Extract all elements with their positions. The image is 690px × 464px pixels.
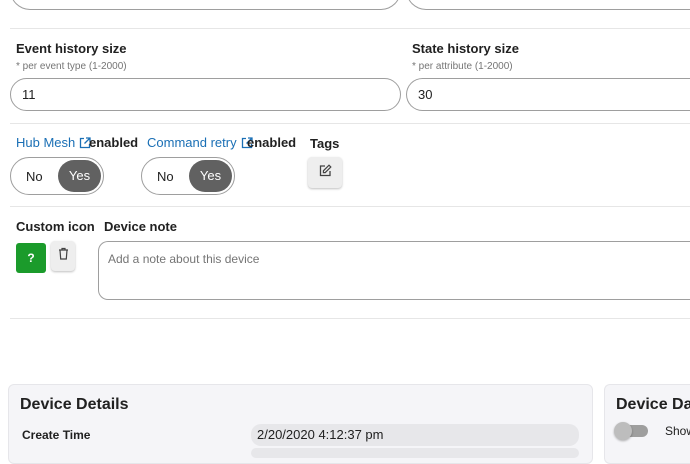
state-history-hint: * per attribute (1-2000) [412,61,513,72]
command-retry-toggle[interactable]: No Yes [141,157,235,195]
device-note-label: Device note [104,219,177,234]
tags-label: Tags [310,136,340,151]
divider [10,123,690,124]
show-switch-label: Show [665,424,690,438]
custom-icon-button[interactable]: ? [16,243,46,273]
event-history-input[interactable]: 11 [10,78,401,111]
create-time-value: 2/20/2020 4:12:37 pm [251,424,579,446]
hub-mesh-link[interactable]: Hub Mesh [16,135,91,150]
hub-mesh-link-text[interactable]: Hub Mesh [16,135,75,150]
hub-mesh-toggle[interactable]: No Yes [10,157,104,195]
command-retry-no-option[interactable]: No [157,169,174,184]
device-note-input[interactable] [98,241,690,300]
custom-icon-label: Custom icon [16,219,95,234]
next-detail-value [251,448,579,458]
previous-field-right[interactable] [406,0,690,10]
state-history-input[interactable]: 30 [406,78,690,111]
device-details-title: Device Details [20,396,129,413]
divider [10,28,690,29]
create-time-label: Create Time [22,428,91,442]
divider [10,206,690,207]
device-data-title: Device Data [616,396,690,413]
hub-mesh-yes-option[interactable]: Yes [58,160,101,192]
trash-icon [58,247,69,265]
event-history-label: Event history size [16,41,127,56]
divider [10,318,690,319]
command-retry-link[interactable]: Command retry [147,135,253,150]
event-history-hint: * per event type (1-2000) [16,61,127,72]
command-retry-status: enabled [247,135,297,150]
hub-mesh-status: enabled [89,135,139,150]
state-history-label: State history size [412,41,519,56]
show-switch-knob[interactable] [614,422,632,440]
edit-icon [319,163,332,182]
command-retry-link-text[interactable]: Command retry [147,135,237,150]
command-retry-yes-option[interactable]: Yes [189,160,232,192]
previous-field-left[interactable] [10,0,401,10]
hub-mesh-no-option[interactable]: No [26,169,43,184]
edit-tags-button[interactable] [308,157,342,188]
delete-icon-button[interactable] [51,241,75,271]
